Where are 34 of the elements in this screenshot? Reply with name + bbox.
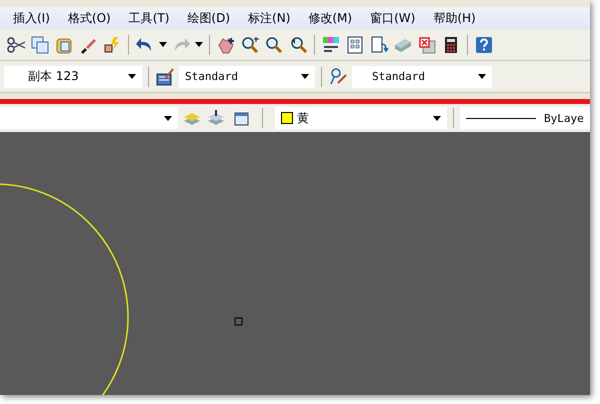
help-icon[interactable]	[474, 34, 494, 54]
zoom-window-icon[interactable]	[264, 34, 284, 54]
dimension-style-dropdown[interactable]: Standard	[179, 66, 315, 88]
dropdown-caret-icon[interactable]	[301, 74, 309, 79]
dropdown-caret-icon[interactable]	[159, 42, 167, 47]
document-arrow-icon[interactable]	[369, 34, 389, 54]
dimension-style-icon[interactable]	[155, 66, 175, 86]
layer-previous-icon[interactable]	[206, 108, 226, 128]
menu-item[interactable]: 帮助(H)	[424, 10, 485, 26]
menu-item[interactable]: 格式(O)	[58, 10, 120, 26]
menu-item[interactable]: 绘图(D)	[178, 10, 240, 26]
menu-item[interactable]: 工具(T)	[120, 10, 178, 26]
dropdown-caret-icon[interactable]	[478, 74, 486, 79]
linetype-dropdown[interactable]: ByLaye	[460, 107, 590, 129]
menu-item[interactable]: 修改(M)	[299, 10, 362, 26]
grid-panel-icon[interactable]	[345, 34, 365, 54]
multileader-style-icon[interactable]	[328, 66, 348, 86]
dropdown-caret-icon[interactable]	[164, 116, 172, 120]
menu-item[interactable]: 标注(N)	[239, 10, 300, 26]
zoom-realtime-icon[interactable]	[240, 34, 260, 54]
cursor-pickbox	[234, 318, 242, 326]
color-dropdown[interactable]: 黄	[275, 107, 447, 129]
markup-icon[interactable]	[417, 34, 437, 54]
dropdown-caret-icon[interactable]	[128, 74, 136, 79]
dropdown-caret-icon[interactable]	[433, 116, 441, 120]
dropdown-caret-icon[interactable]	[195, 42, 203, 47]
palette-icon[interactable]	[321, 34, 341, 54]
multileader-style-dropdown[interactable]: Standard	[352, 66, 492, 88]
scissors-icon[interactable]	[6, 34, 26, 54]
copy-icon[interactable]	[30, 34, 50, 54]
match-properties-icon[interactable]	[102, 34, 122, 54]
menu-item[interactable]: 插入(I)	[4, 10, 59, 26]
text-style-dropdown[interactable]: 副本 123	[4, 66, 142, 88]
menu-item[interactable]: 窗口(W)	[361, 10, 424, 26]
